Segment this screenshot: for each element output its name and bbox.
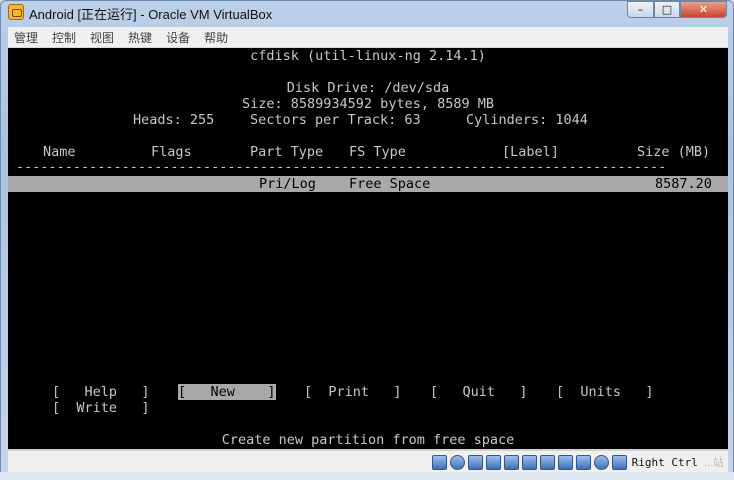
- menu-control[interactable]: 控制: [52, 29, 76, 46]
- minimize-button[interactable]: –: [627, 1, 654, 18]
- title-bar[interactable]: Android [正在运行] - Oracle VM VirtualBox – …: [1, 1, 733, 25]
- new-action-button[interactable]: [ New ]: [178, 384, 276, 400]
- disk-geometry-line: Heads: 255 Sectors per Track: 63 Cylinde…: [8, 112, 728, 128]
- taskbar-edge: [0, 472, 734, 480]
- maximize-button[interactable]: □: [654, 1, 680, 18]
- header-separator: ----------------------------------------…: [16, 159, 667, 175]
- help-action-button[interactable]: [ Help ]: [52, 384, 150, 400]
- maximize-icon: □: [661, 3, 673, 16]
- disk-size-line: Size: 8589934592 bytes, 8589 MB: [242, 96, 494, 112]
- menu-devices[interactable]: 设备: [166, 29, 190, 46]
- menu-help[interactable]: 帮助: [204, 29, 228, 46]
- hard-disk-icon[interactable]: [431, 454, 447, 470]
- column-label: [Label]: [502, 144, 559, 160]
- menu-view[interactable]: 视图: [90, 29, 114, 46]
- cfdisk-terminal: cfdisk (util-linux-ng 2.14.1) Disk Drive…: [8, 48, 728, 449]
- video-capture-icon[interactable]: [557, 454, 573, 470]
- watermark-text: ...站: [703, 457, 724, 469]
- column-flags: Flags: [151, 144, 192, 160]
- row-part-type: Pri/Log: [259, 176, 316, 192]
- row-size: 8587.20: [655, 176, 712, 192]
- window-title: Android [正在运行] - Oracle VM VirtualBox: [29, 7, 273, 22]
- status-bar: Right Ctrl ...站: [8, 450, 728, 473]
- mouse-integration-icon[interactable]: [593, 454, 609, 470]
- disk-drive-line: Disk Drive: /dev/sda: [286, 80, 450, 96]
- status-icons: Right Ctrl ...站: [431, 453, 728, 471]
- column-name: Name: [43, 144, 76, 160]
- shared-folders-icon[interactable]: [521, 454, 537, 470]
- optical-drive-icon[interactable]: [449, 454, 465, 470]
- close-button[interactable]: ✕: [680, 1, 727, 18]
- display-icon[interactable]: [539, 454, 555, 470]
- row-fs-type: Free Space: [349, 176, 431, 192]
- host-key-arrow-icon[interactable]: [611, 454, 627, 470]
- column-part-type: Part Type: [250, 144, 324, 160]
- column-size: Size (MB): [637, 144, 711, 160]
- usb-icon[interactable]: [503, 454, 519, 470]
- partition-row-selected[interactable]: Pri/Log Free Space 8587.20: [8, 176, 728, 192]
- menu-machine[interactable]: 管理: [14, 29, 38, 46]
- virtualbox-window: Android [正在运行] - Oracle VM VirtualBox – …: [0, 0, 734, 480]
- cylinders-value: Cylinders: 1044: [466, 112, 588, 128]
- column-header-row: Name Flags Part Type FS Type [Label] Siz…: [8, 144, 728, 160]
- column-fs-type: FS Type: [349, 144, 406, 160]
- minimize-icon: –: [637, 3, 644, 16]
- units-action-button[interactable]: [ Units ]: [556, 384, 654, 400]
- virtualbox-app-icon[interactable]: [8, 4, 24, 20]
- audio-icon[interactable]: [467, 454, 483, 470]
- menu-bar: 管理 控制 视图 热键 设备 帮助: [8, 27, 728, 48]
- vm-display[interactable]: cfdisk (util-linux-ng 2.14.1) Disk Drive…: [8, 48, 728, 449]
- action-menu-row-1: [ Help ] [ New ] [ Print ] [ Quit ] [ Un…: [8, 384, 728, 400]
- status-message: Create new partition from free space: [221, 432, 515, 448]
- close-icon: ✕: [698, 3, 709, 16]
- host-key-label: Right Ctrl: [631, 455, 698, 469]
- program-title: cfdisk (util-linux-ng 2.14.1): [250, 48, 486, 64]
- menu-hotkeys[interactable]: 热键: [128, 29, 152, 46]
- heads-value: Heads: 255: [133, 112, 215, 128]
- print-action-button[interactable]: [ Print ]: [304, 384, 402, 400]
- network-icon[interactable]: [485, 454, 501, 470]
- cpu-icon[interactable]: [575, 454, 591, 470]
- sectors-value: Sectors per Track: 63: [250, 112, 421, 128]
- quit-action-button[interactable]: [ Quit ]: [430, 384, 528, 400]
- action-menu-row-2: [ Write ]: [8, 400, 728, 416]
- write-action-button[interactable]: [ Write ]: [52, 400, 150, 416]
